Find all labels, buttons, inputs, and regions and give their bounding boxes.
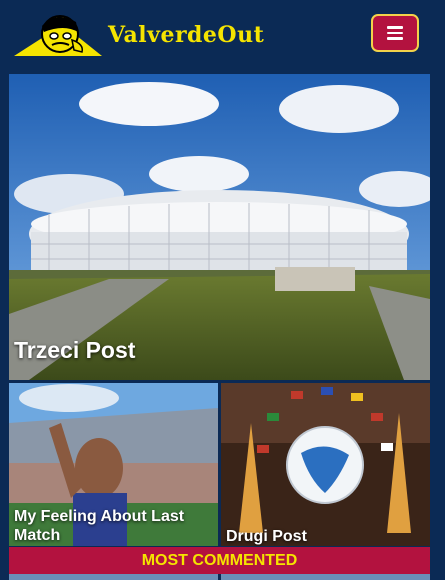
site-name: ValverdeOut — [108, 22, 265, 48]
most-commented-heading: MOST COMMENTED — [9, 547, 430, 574]
cartoon-face-logo-icon — [14, 15, 102, 56]
next-card-preview — [9, 574, 218, 580]
post-card-title[interactable]: My Feeling About Last Match — [14, 507, 214, 545]
post-card[interactable]: My Feeling About Last Match — [9, 383, 218, 546]
hamburger-menu-icon — [387, 26, 403, 29]
site-logo[interactable]: ValverdeOut — [12, 10, 264, 60]
next-card-preview — [221, 574, 430, 580]
euro-ball-eiffel-tower-photo — [221, 383, 430, 546]
menu-button[interactable] — [371, 14, 419, 52]
post-card-title[interactable]: Drugi Post — [226, 527, 426, 546]
site-header: ValverdeOut — [0, 0, 445, 74]
featured-post-title[interactable]: Trzeci Post — [14, 337, 135, 364]
stadium-photo — [9, 74, 430, 380]
post-card[interactable]: Drugi Post — [221, 383, 430, 546]
featured-post[interactable]: Trzeci Post — [9, 74, 430, 380]
